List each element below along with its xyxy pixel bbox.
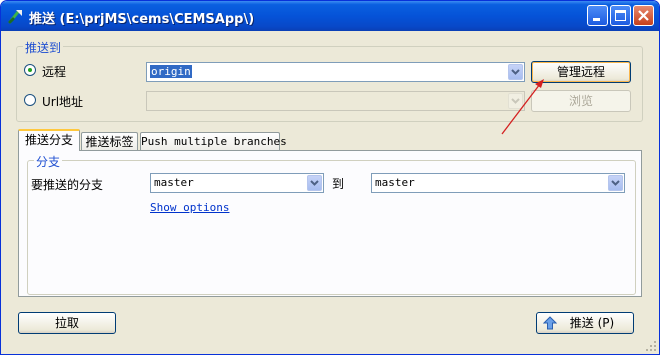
maximize-button[interactable]	[610, 5, 631, 26]
title-bar[interactable]: 推送 (E:\prjMS\cems\CEMSApp\)	[1, 1, 659, 31]
browse-button[interactable]: 浏览	[531, 90, 631, 112]
close-button[interactable]	[633, 5, 654, 26]
branch-to-push-label: 要推送的分支	[31, 178, 104, 192]
remote-select-value: origin	[150, 65, 192, 78]
push-app-icon	[8, 10, 22, 24]
push-dialog: 推送 (E:\prjMS\cems\CEMSApp\) 推送到 远程 origi…	[0, 0, 660, 355]
remote-select[interactable]: origin	[146, 62, 525, 82]
manage-remotes-button[interactable]: 管理远程	[531, 61, 631, 83]
remote-radio[interactable]	[24, 64, 36, 76]
local-branch-value: master	[154, 176, 194, 189]
tab-push-branches[interactable]: 推送分支	[18, 129, 80, 151]
to-label: 到	[332, 177, 345, 191]
window-title: 推送 (E:\prjMS\cems\CEMSApp\)	[29, 12, 255, 27]
tab-push-tags[interactable]: 推送标签	[81, 132, 138, 151]
local-branch-dropdown[interactable]	[307, 175, 322, 191]
local-branch-select[interactable]: master	[150, 173, 324, 193]
remote-branch-select[interactable]: master	[371, 173, 625, 193]
maximize-icon	[615, 10, 626, 21]
url-input[interactable]	[146, 91, 525, 111]
show-options-link[interactable]: Show options	[150, 201, 229, 214]
branch-group-label: 分支	[34, 153, 63, 170]
pull-button[interactable]: 拉取	[18, 312, 116, 334]
chevron-down-icon	[511, 69, 520, 75]
push-button[interactable]: 推送 (P)	[536, 312, 634, 334]
resize-grip-icon[interactable]	[645, 340, 657, 352]
url-radio[interactable]	[24, 94, 36, 106]
remote-branch-dropdown[interactable]	[608, 175, 623, 191]
remote-branch-value: master	[375, 176, 415, 189]
chevron-down-icon	[511, 98, 520, 104]
url-dropdown	[508, 93, 523, 109]
url-label: Url地址	[42, 95, 84, 109]
remote-label: 远程	[42, 65, 67, 79]
close-icon	[638, 10, 649, 21]
chevron-down-icon	[310, 180, 319, 186]
minimize-button[interactable]	[587, 5, 608, 26]
push-button-label: 推送 (P)	[569, 316, 615, 330]
minimize-icon	[593, 18, 600, 21]
tab-push-multiple-branches[interactable]: Push multiple branches	[140, 132, 287, 151]
arrow-up-icon	[543, 316, 557, 330]
push-to-group-label: 推送到	[23, 39, 64, 56]
chevron-down-icon	[611, 180, 620, 186]
remote-select-dropdown[interactable]	[508, 64, 523, 80]
